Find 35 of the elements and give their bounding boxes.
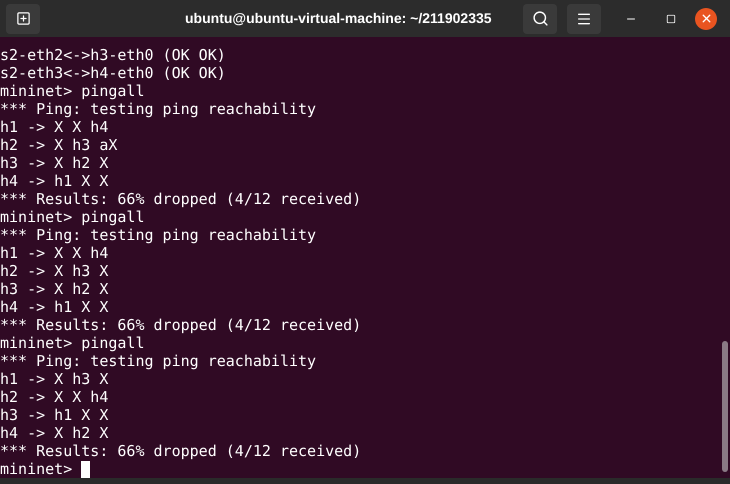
menu-button[interactable]	[567, 4, 601, 34]
terminal-line: h2 -> X h3 X	[0, 262, 108, 280]
search-button[interactable]	[523, 4, 557, 34]
terminal-line: *** Results: 66% dropped (4/12 received)	[0, 442, 362, 460]
new-tab-icon	[16, 11, 30, 26]
terminal-line: h1 -> X X h4	[0, 118, 108, 136]
terminal-line: *** Results: 66% dropped (4/12 received)	[0, 316, 362, 334]
terminal-line: *** Results: 66% dropped (4/12 received)	[0, 190, 362, 208]
close-button[interactable]	[695, 8, 717, 30]
search-icon	[532, 10, 548, 27]
terminal-line: *** Ping: testing ping reachability	[0, 226, 316, 244]
terminal-line: s2-eth2<->h3-eth0 (OK OK)	[0, 46, 226, 64]
terminal-line: *** Ping: testing ping reachability	[0, 100, 316, 118]
menu-icon	[576, 10, 592, 26]
new-tab-button[interactable]	[6, 4, 40, 34]
terminal-line: h1 -> X X h4	[0, 244, 108, 262]
terminal-line: h3 -> X h2 X	[0, 154, 108, 172]
terminal-line: mininet> pingall	[0, 334, 144, 352]
terminal-line: h1 -> X h3 X	[0, 370, 108, 388]
terminal-line: h2 -> X X h4	[0, 388, 108, 406]
terminal-line: h4 -> X h2 X	[0, 424, 108, 442]
terminal-line: h3 -> h1 X X	[0, 406, 108, 424]
terminal-line: h2 -> X h3 aX	[0, 136, 118, 154]
terminal-prompt: mininet>	[0, 460, 72, 478]
terminal-line: *** Ping: testing ping reachability	[0, 352, 316, 370]
window-title: ubuntu@ubuntu-virtual-machine: ~/211902335	[185, 9, 492, 28]
text-cursor	[81, 460, 90, 478]
close-icon	[700, 12, 712, 25]
terminal-line: h4 -> h1 X X	[0, 172, 108, 190]
terminal-line: s2-eth3<->h4-eth0 (OK OK)	[0, 64, 226, 82]
maximize-icon	[666, 14, 676, 24]
terminal-line: mininet> pingall	[0, 208, 144, 226]
terminal-line: h3 -> X h2 X	[0, 280, 108, 298]
terminal-line: h4 -> h1 X X	[0, 298, 108, 316]
terminal-line: mininet> pingall	[0, 82, 144, 100]
